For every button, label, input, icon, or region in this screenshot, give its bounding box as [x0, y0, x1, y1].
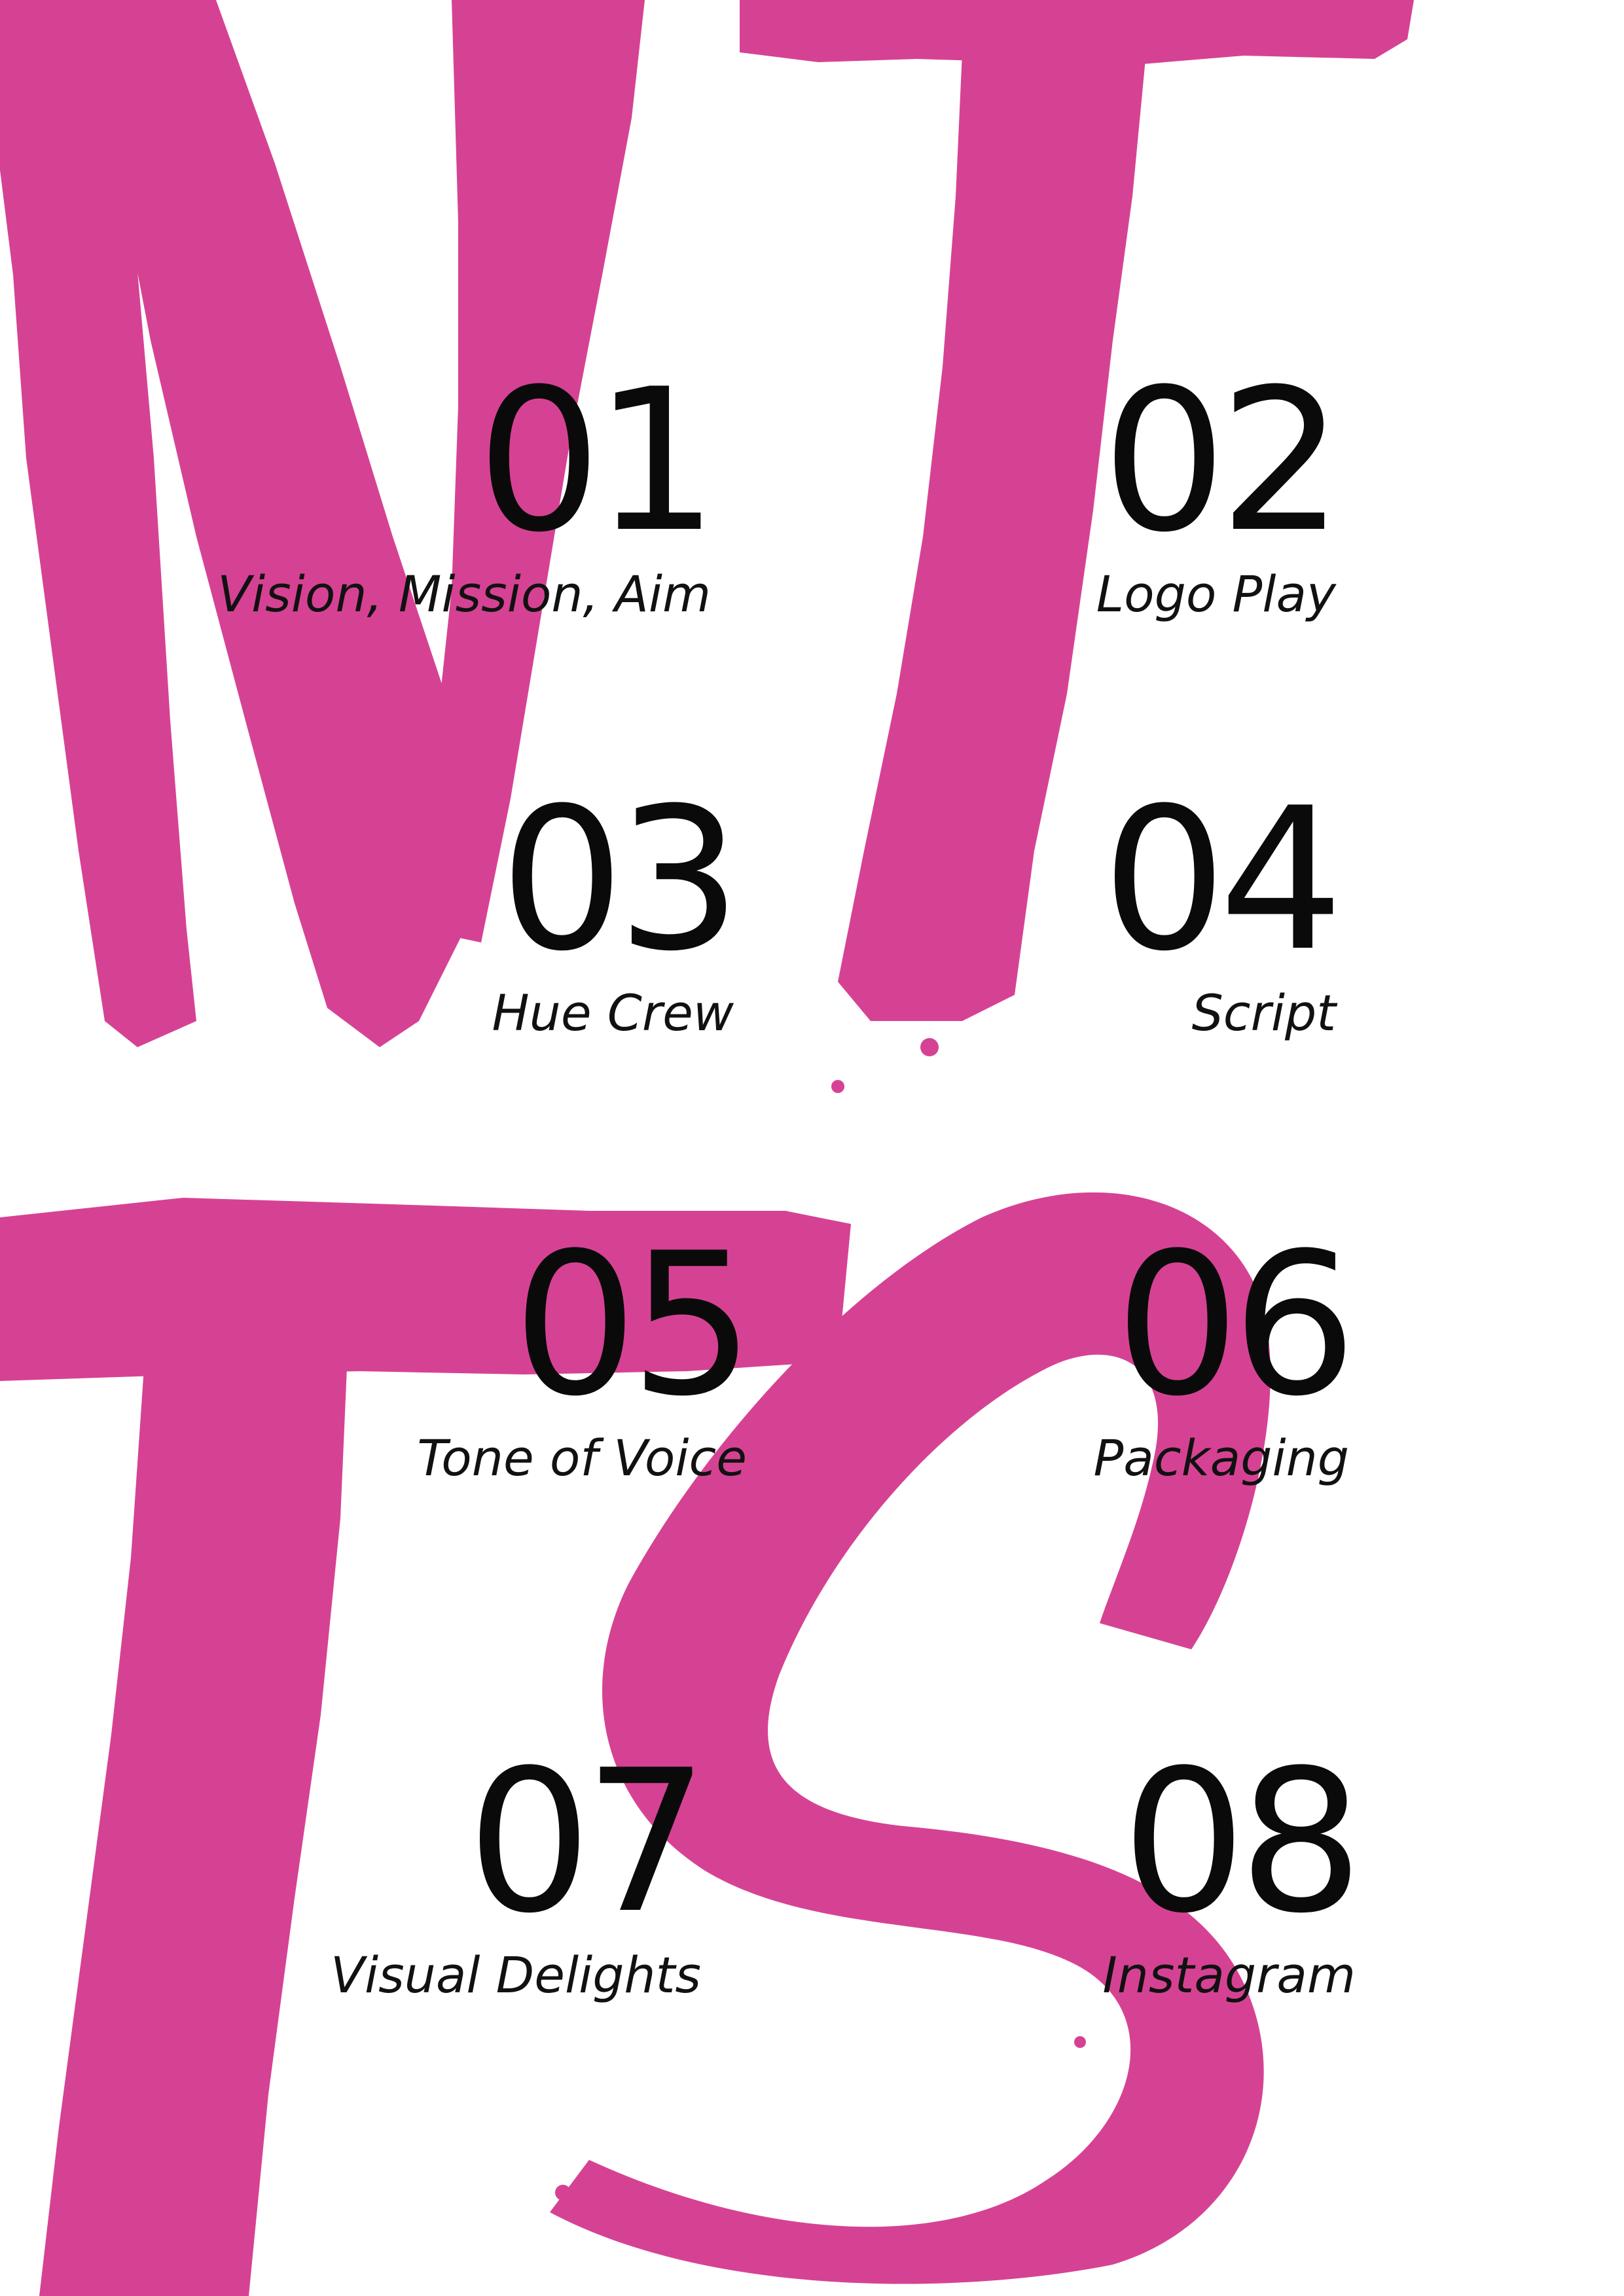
contents-page: 01 Vision, Mission, Aim 02 Logo Play 03 … — [0, 0, 1624, 2296]
toc-number: 05 — [513, 1211, 755, 1439]
toc-number: 04 — [1102, 766, 1344, 994]
toc-number: 08 — [1121, 1728, 1363, 1956]
brush-stroke-t-top-bar — [740, 0, 1414, 65]
toc-entry-05[interactable]: 05 Tone of Voice — [417, 1211, 755, 1488]
toc-title: Hue Crew — [492, 984, 734, 1042]
toc-title: Instagram — [1102, 1946, 1356, 2004]
toc-title: Logo Play — [1096, 565, 1336, 623]
toc-title: Vision, Mission, Aim — [217, 565, 711, 623]
toc-number: 02 — [1102, 347, 1344, 575]
toc-entry-08[interactable]: 08 Instagram — [1102, 1728, 1363, 2005]
toc-entry-01[interactable]: 01 Vision, Mission, Aim — [217, 347, 719, 624]
toc-number: 03 — [499, 766, 742, 994]
toc-entry-04[interactable]: 04 Script — [1102, 766, 1344, 1043]
toc-entry-07[interactable]: 07 Visual Delights — [330, 1728, 709, 2005]
brush-stroke-t-lower-stem — [39, 1368, 347, 2296]
toc-entry-06[interactable]: 06 Packaging — [1093, 1211, 1357, 1488]
toc-number: 01 — [477, 347, 719, 575]
toc-entry-03[interactable]: 03 Hue Crew — [492, 766, 742, 1043]
toc-number: 06 — [1115, 1211, 1357, 1439]
toc-title: Visual Delights — [330, 1946, 701, 2004]
toc-entry-02[interactable]: 02 Logo Play — [1096, 347, 1344, 624]
toc-title: Packaging — [1093, 1429, 1349, 1487]
toc-title: Tone of Voice — [417, 1429, 747, 1487]
brush-lettering-art — [0, 0, 1414, 2296]
toc-number: 07 — [467, 1728, 709, 1956]
